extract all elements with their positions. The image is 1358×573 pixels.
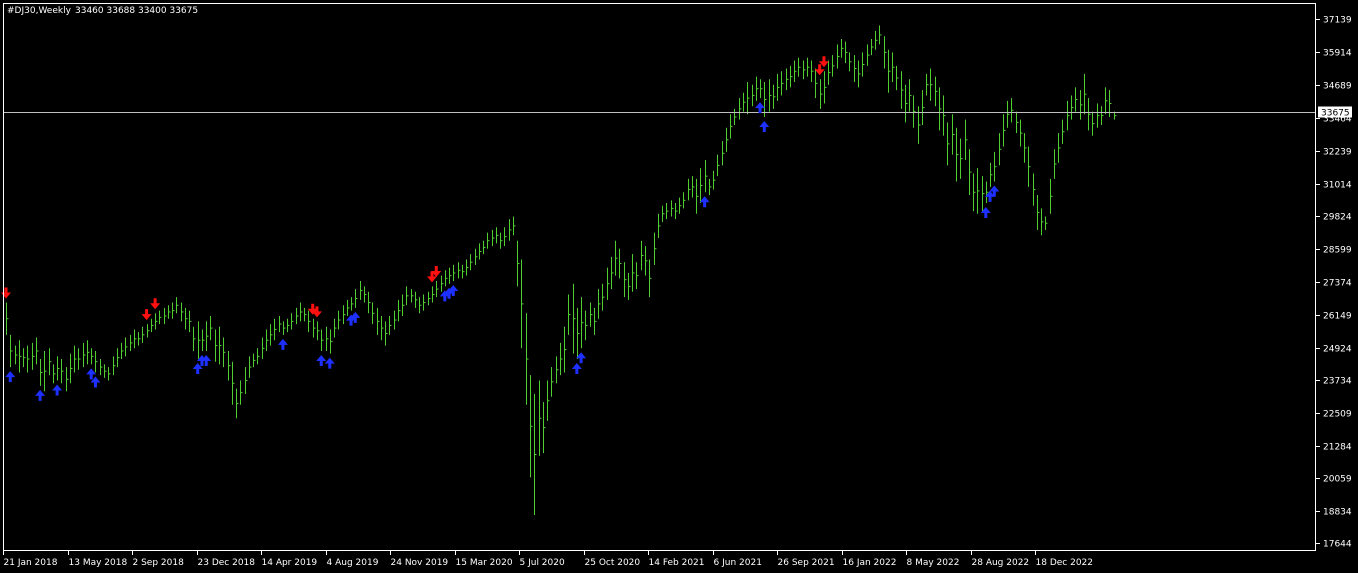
chart-background: [0, 0, 1358, 573]
x-tick-label: 26 Sep 2021: [778, 558, 835, 568]
x-tick-label: 18 Dec 2022: [1036, 558, 1094, 568]
x-tick-label: 16 Jan 2022: [843, 558, 897, 568]
y-tick-label: 23734: [1323, 377, 1352, 387]
symbol-title: #DJ30,Weekly: [7, 6, 72, 16]
y-tick-label: 22509: [1323, 410, 1352, 420]
y-tick-label: 37139: [1323, 16, 1352, 26]
x-tick-label: 21 Jan 2018: [4, 558, 58, 568]
x-tick-label: 8 May 2022: [907, 558, 960, 568]
x-tick-label: 15 Mar 2020: [456, 558, 513, 568]
x-tick-label: 14 Apr 2019: [262, 558, 318, 568]
x-tick-label: 2 Sep 2018: [133, 558, 185, 568]
x-tick-label: 23 Dec 2018: [198, 558, 256, 568]
y-tick-label: 31014: [1323, 181, 1352, 191]
x-tick-label: 5 Jul 2020: [520, 558, 565, 568]
y-tick-label: 29824: [1323, 213, 1352, 223]
y-tick-label: 28599: [1323, 246, 1352, 256]
y-tick-label: 24924: [1323, 345, 1352, 355]
y-tick-label: 35914: [1323, 49, 1352, 59]
y-tick-label: 20059: [1323, 475, 1352, 485]
current-price-text: 33675: [1321, 109, 1350, 119]
y-tick-label: 32239: [1323, 148, 1352, 158]
y-tick-label: 18834: [1323, 508, 1352, 518]
x-tick-label: 4 Aug 2019: [327, 558, 379, 568]
y-tick-label: 27374: [1323, 279, 1352, 289]
ohlc-values: 33460 33688 33400 33675: [75, 6, 198, 16]
x-tick-label: 14 Feb 2021: [649, 558, 705, 568]
y-tick-label: 17644: [1323, 540, 1352, 550]
x-tick-label: 13 May 2018: [69, 558, 128, 568]
x-tick-label: 25 Oct 2020: [585, 558, 641, 568]
y-tick-label: 26149: [1323, 312, 1352, 322]
y-tick-label: 34689: [1323, 82, 1352, 92]
y-tick-label: 21284: [1323, 443, 1352, 453]
x-tick-label: 28 Aug 2022: [972, 558, 1030, 568]
x-tick-label: 6 Jun 2021: [714, 558, 762, 568]
x-tick-label: 24 Nov 2019: [391, 558, 449, 568]
price-chart[interactable]: 3713935914346893346432239310142982428599…: [0, 0, 1358, 573]
current-price-label: 33675: [1318, 106, 1352, 119]
